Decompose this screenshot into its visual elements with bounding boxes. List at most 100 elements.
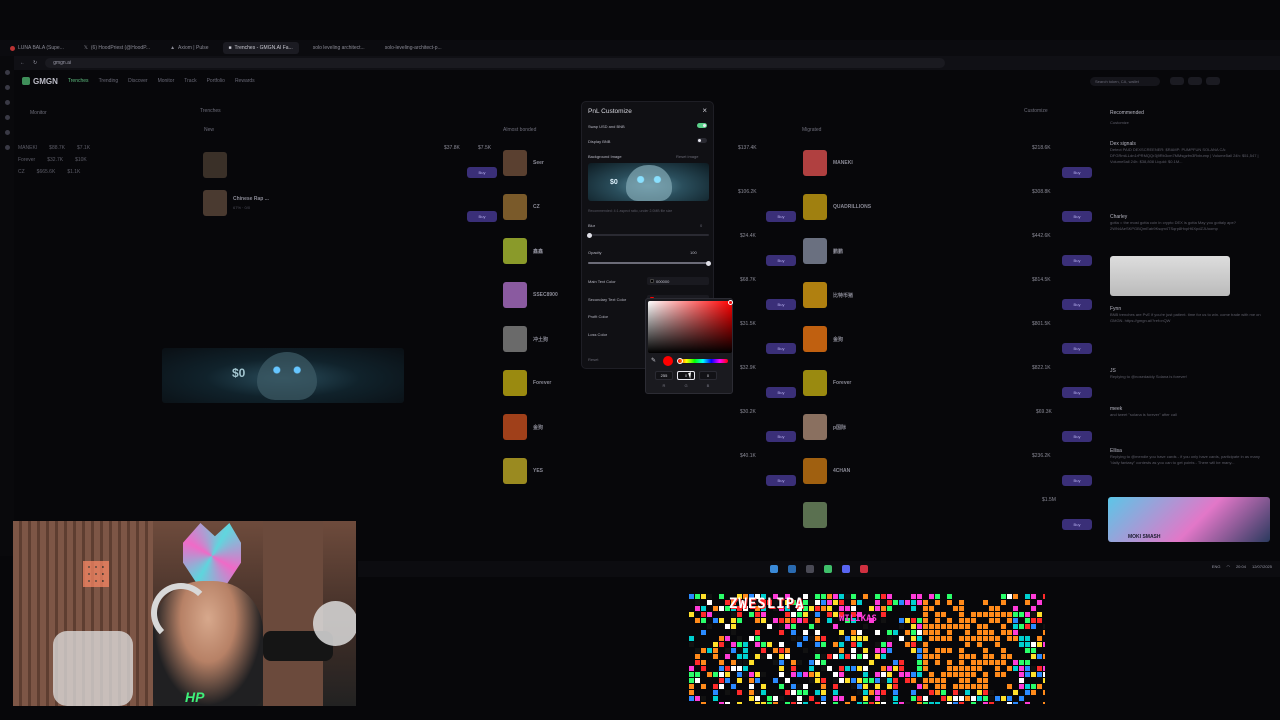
network-button[interactable] [1188,77,1202,85]
token-row[interactable]: MANEKI [803,143,853,183]
eyedropper-icon[interactable]: ✎ [651,357,656,364]
token-row[interactable]: 冲土狗 [503,319,548,359]
blue-input[interactable]: 0 [699,371,717,380]
token-row[interactable]: Chinese Rap ... 67% · 0/0 [203,183,269,223]
token-row[interactable]: SSEC8900 [503,275,558,315]
token-row[interactable]: Forever [803,363,851,403]
nav-track[interactable]: Track [184,78,196,84]
tab-solo-leveling-1[interactable]: solo leveling architect... [307,42,371,54]
buy-button[interactable]: Buy [1062,519,1092,530]
monitor-row[interactable]: MANEKI $88.7K $7.1K [18,142,193,154]
tab-luna-bala[interactable]: LUNA BALA (Supe... [4,42,70,54]
nav-rewards[interactable]: Rewards [235,78,255,84]
slider-knob[interactable] [706,260,711,266]
buy-button[interactable]: Buy [467,211,497,222]
buy-button[interactable]: Buy [1062,387,1092,398]
hue-slider[interactable] [677,358,728,364]
token-row[interactable]: Forever [503,363,551,403]
background-image-preview[interactable]: $0 [588,163,709,201]
token-row[interactable]: QUADRILLIONS [803,187,871,227]
chat-image[interactable] [1110,256,1230,296]
chat-customize[interactable]: Customize [1110,120,1270,126]
opacity-slider[interactable] [588,260,711,266]
buy-button[interactable]: Buy [766,211,796,222]
main-text-color-field[interactable]: 000000 [647,277,709,285]
close-button[interactable]: × [702,106,707,115]
saturation-value-area[interactable] [648,300,733,353]
search-input[interactable]: Search token, CA, wallet [1090,76,1160,86]
token-row[interactable] [203,145,227,185]
sidebar-app-icon[interactable] [4,115,10,120]
tray-date[interactable]: 12/07/2025 [1252,564,1272,569]
tab-hoodpriest[interactable]: 𝕏 (6) HoodPriest (@HoodP... [78,42,156,54]
tab-solo-leveling-2[interactable]: solo-leveling-architect-p... [379,42,448,54]
token-row[interactable]: 金狗 [803,319,843,359]
tab-trenches[interactable]: ■ Trenches - GMGN.AI Fa... [222,42,299,54]
buy-button[interactable]: Buy [1062,431,1092,442]
reset-image-button[interactable]: Reset image [676,154,698,159]
buy-button[interactable]: Buy [1062,343,1092,354]
sidebar-app-icon[interactable] [4,85,10,90]
buy-button[interactable]: Buy [766,343,796,354]
back-icon[interactable]: ← [20,60,25,66]
nav-discover[interactable]: Discover [128,78,147,84]
buy-button[interactable]: Buy [1062,211,1092,222]
buy-button[interactable]: Buy [1062,299,1092,310]
display-bnb-toggle[interactable] [697,138,707,143]
monitor-row[interactable]: Forever $32.7K $10K [18,154,193,166]
buy-button[interactable]: Buy [467,167,497,178]
buy-button[interactable]: Buy [766,387,796,398]
gmgn-logo[interactable]: GMGN [22,77,58,86]
nav-trenches[interactable]: Trenches [68,78,89,84]
tray-lang[interactable]: ENG [1212,564,1221,569]
nav-trending[interactable]: Trending [99,78,119,84]
token-row[interactable]: 鹏鹏 [803,231,843,271]
buy-button[interactable]: Buy [766,255,796,266]
start-icon[interactable] [770,565,778,573]
buy-button[interactable]: Buy [766,475,796,486]
reload-icon[interactable]: ↻ [33,60,37,66]
sv-handle[interactable] [728,300,733,305]
nav-monitor[interactable]: Monitor [158,78,175,84]
token-row[interactable]: p国际 [803,407,846,447]
buy-button[interactable]: Buy [1062,167,1092,178]
hue-handle[interactable] [677,358,683,364]
token-row[interactable]: CZ [503,187,540,227]
token-row[interactable] [803,495,827,535]
pixel-tile [917,666,922,671]
token-row[interactable]: 4CHAN [803,451,850,491]
red-input[interactable]: 255 [655,371,673,380]
sidebar-app-icon[interactable] [4,145,10,150]
token-row[interactable]: 金狗 [503,407,543,447]
token-row[interactable]: 比特币猪 [803,275,853,315]
token-row[interactable]: YES [503,451,543,491]
blur-slider[interactable] [587,232,709,238]
buy-button[interactable]: Buy [766,431,796,442]
tray-time[interactable]: 20:04 [1236,564,1246,569]
discord-icon[interactable] [842,565,850,573]
tab-axiom[interactable]: ▲ Axiom | Pulse [164,42,214,54]
task-view-icon[interactable] [806,565,814,573]
buy-button[interactable]: Buy [1062,475,1092,486]
sidebar-app-icon[interactable] [4,130,10,135]
swap-usd-bnb-toggle[interactable] [697,123,707,128]
monitor-row[interactable]: CZ $665.6K $1.1K [18,166,193,178]
moki-smash-image[interactable]: MOKI SMASH [1108,497,1270,542]
customize-link[interactable]: Customize [1024,108,1048,114]
reset-button[interactable]: Reset [588,357,598,362]
settings-button[interactable] [1206,77,1220,85]
search-icon[interactable] [788,565,796,573]
buy-button[interactable]: Buy [766,299,796,310]
token-row[interactable]: Seer [503,143,544,183]
app-icon[interactable] [824,565,832,573]
sidebar-app-icon[interactable] [4,70,10,75]
app-icon[interactable] [860,565,868,573]
url-field[interactable]: gmgn.ai [45,58,946,68]
nav-portfolio[interactable]: Portfolio [207,78,225,84]
token-row[interactable]: 鑫鑫 [503,231,543,271]
buy-button[interactable]: Buy [1062,255,1092,266]
sidebar-app-icon[interactable] [4,100,10,105]
slider-knob[interactable] [587,232,592,238]
wifi-icon[interactable]: ◠ [1226,564,1230,569]
app-button[interactable] [1170,77,1184,85]
